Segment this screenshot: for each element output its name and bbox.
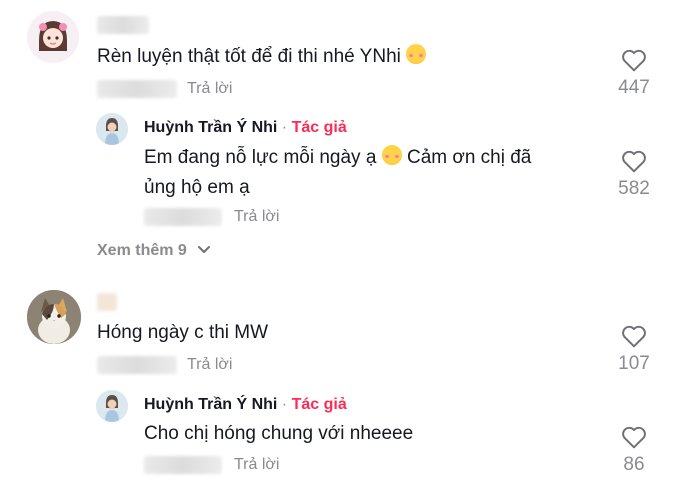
like-count: 582 [618,178,650,199]
author-badge: Tác giả [291,119,347,136]
timestamp-redacted [144,208,222,226]
smiling-face-with-hearts-icon [406,44,427,64]
reply-author-line: Huỳnh Trần Ý Nhi · Tác giả [144,396,347,414]
heart-outline-icon [622,426,646,449]
like-button[interactable]: 107 [604,321,664,381]
author-avatar[interactable] [96,113,128,145]
author-avatar[interactable] [96,390,128,422]
comment-text: Hóng ngày c thi MW [97,322,269,343]
reply-text: Em đang nỗ lực mỗi ngày ạ Cảm ơn chị đã … [144,145,532,198]
commenter-avatar[interactable] [27,290,81,344]
view-more-replies-button[interactable]: Xem thêm 9 [97,242,211,260]
reply-button[interactable]: Trả lời [234,208,279,226]
separator: · [281,119,288,136]
author-badge: Tác giả [291,396,347,413]
comment-text: Rèn luyện thật tốt để đi thi nhé YNhi [97,42,427,72]
like-button[interactable]: 447 [604,45,664,105]
like-count: 447 [618,77,650,98]
heart-outline-icon [622,49,646,72]
reply-button[interactable]: Trả lời [187,356,232,374]
commenter-name-redacted [97,293,117,311]
reply-text: Cho chị hóng chung với nheeee [144,423,414,444]
commenter-name-redacted [97,16,149,34]
like-count: 107 [618,353,650,374]
heart-outline-icon [622,325,646,348]
cat-photo-avatar-icon [27,290,81,344]
reply-author-name[interactable]: Huỳnh Trần Ý Nhi [144,396,277,413]
author-photo-avatar-icon [96,113,128,145]
reply-button[interactable]: Trả lời [234,456,279,474]
chevron-down-icon [198,246,211,253]
heart-outline-icon [622,150,646,173]
author-photo-avatar-icon [96,390,128,422]
like-button[interactable]: 582 [604,146,664,206]
timestamp-redacted [144,456,222,474]
reply-button[interactable]: Trả lời [187,80,232,98]
reply-author-line: Huỳnh Trần Ý Nhi · Tác giả [144,119,347,137]
commenter-avatar[interactable] [27,11,79,63]
reply-author-name[interactable]: Huỳnh Trần Ý Nhi [144,119,277,136]
timestamp-redacted [97,80,177,98]
cartoon-girl-avatar-icon [27,11,79,63]
timestamp-redacted [97,356,177,374]
separator: · [281,396,288,413]
smiling-face-with-hearts-icon [381,145,402,165]
like-button[interactable]: 86 [604,422,664,482]
like-count: 86 [623,454,645,475]
